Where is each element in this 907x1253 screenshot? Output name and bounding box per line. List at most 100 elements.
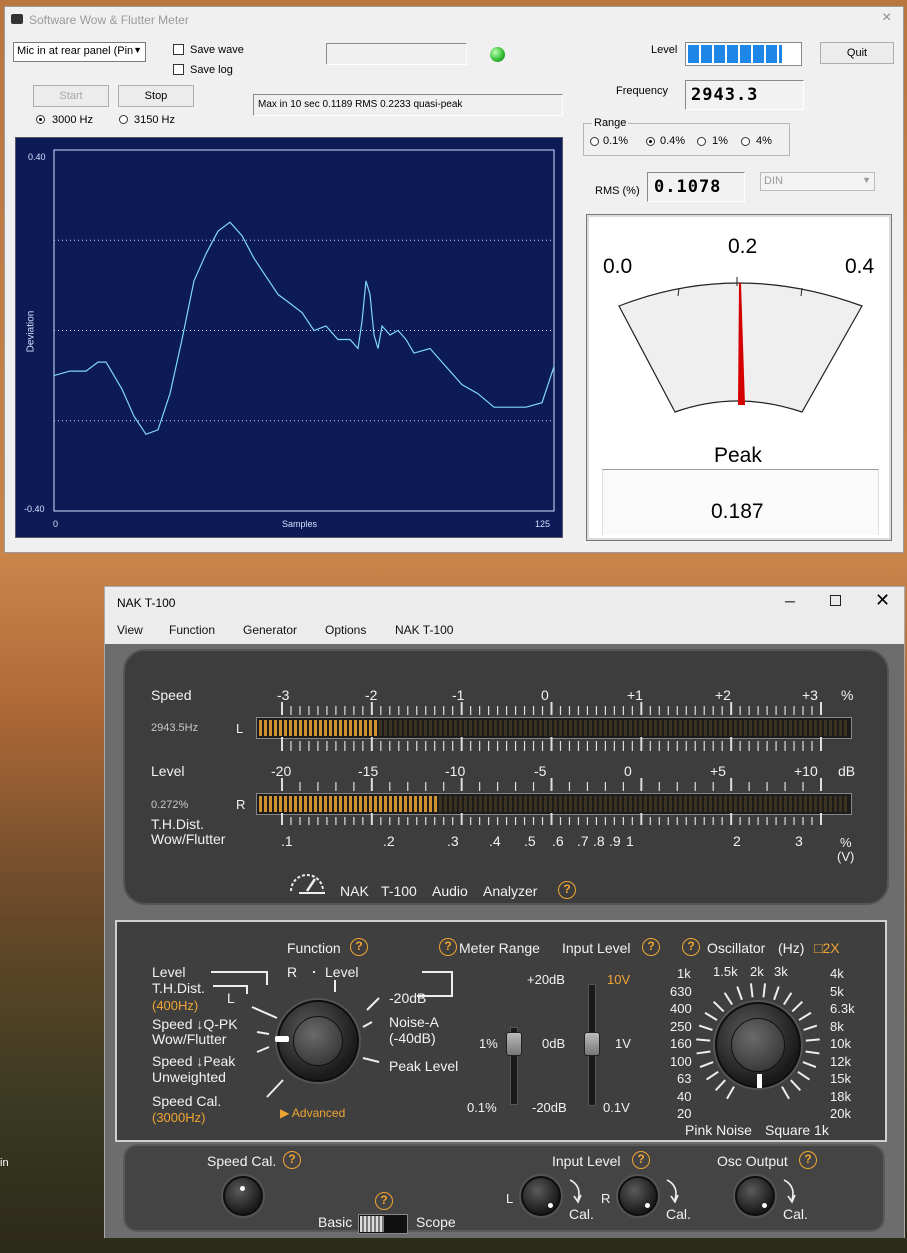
cal-arrow-icon: [783, 1179, 796, 1204]
range-0.4-label: 0.4%: [660, 135, 686, 147]
input-level-help-icon[interactable]: ?: [642, 938, 660, 956]
input-level-slider-handle[interactable]: [584, 1032, 600, 1056]
frequency-display: 2943.3: [685, 80, 804, 110]
deviation-trace: [53, 221, 555, 436]
speed-cal-help-icon[interactable]: ?: [283, 1151, 301, 1169]
input-10v: 10V: [607, 972, 631, 987]
osc-tick: [698, 1024, 713, 1031]
input-level-title: Input Level: [562, 940, 631, 956]
input-level-cal-help-icon[interactable]: ?: [632, 1151, 650, 1169]
x-tick-end: 125: [535, 519, 551, 529]
osc-tick: [798, 1011, 812, 1021]
range-1-radio[interactable]: [697, 137, 706, 146]
radio-3000hz[interactable]: [36, 115, 45, 124]
cal-arrow-icon: [666, 1179, 679, 1204]
osc-tick: [714, 1079, 726, 1091]
basic-scope-switch[interactable]: [358, 1214, 408, 1234]
osc-tick: [736, 986, 743, 1001]
radio-3150hz[interactable]: [119, 115, 128, 124]
analyzer-panel: Speed -3 -2 -1 0 +1 +2 +3% 2943.5Hz L Level -2…: [105, 644, 904, 1238]
frequency-label: Frequency: [616, 85, 668, 97]
meter-scale-mid: 0.2: [728, 235, 758, 258]
meter-tick-marks-svg: [281, 702, 822, 825]
input-cal-l-knob[interactable]: [521, 1176, 561, 1216]
save-log-checkbox[interactable]: [173, 64, 184, 75]
osc-tick: [704, 1011, 718, 1021]
range-0.4-radio[interactable]: [646, 137, 655, 146]
osc-tick: [783, 992, 793, 1006]
status-indicator-light: [490, 47, 505, 62]
input-cal-l-label: L: [506, 1191, 514, 1206]
meter-scale-min: 0.0: [603, 255, 633, 278]
osc-tick: [773, 986, 780, 1001]
input-level-cal-title: Input Level: [552, 1153, 621, 1169]
oscillator-frequency-knob[interactable]: [715, 1002, 801, 1088]
weighting-select[interactable]: DIN ▼: [760, 172, 875, 191]
rms-analog-meter: 0.0 0.2 0.4 Peak 0.187: [586, 214, 892, 541]
input-device-value: Mic in at rear panel (Pin: [17, 45, 134, 57]
menu-view[interactable]: View: [117, 623, 143, 637]
osc-tick: [805, 1050, 820, 1055]
peak-display: 0.187: [602, 469, 879, 535]
meter-range-slider-handle[interactable]: [506, 1032, 522, 1056]
range-4-radio[interactable]: [741, 137, 750, 146]
range-4-label: 4%: [756, 135, 772, 147]
quit-button[interactable]: Quit: [820, 42, 894, 64]
oscillator-title: Oscillator: [707, 940, 766, 956]
osc-output-knob[interactable]: [735, 1176, 775, 1216]
speed-cal-title: Speed Cal.: [207, 1153, 277, 1169]
osc-tick: [802, 1061, 817, 1069]
input-cal-r-cal: Cal.: [666, 1206, 691, 1222]
osc-output-cal: Cal.: [783, 1206, 808, 1222]
function-selector-knob[interactable]: [275, 1000, 359, 1082]
osc-output-help-icon[interactable]: ?: [799, 1151, 817, 1169]
menu-options[interactable]: Options: [325, 623, 366, 637]
osc-square-1k[interactable]: Square 1k: [765, 1122, 829, 1138]
meter-scale-max: 0.4: [845, 255, 875, 278]
input-cal-r-label: R: [601, 1191, 611, 1206]
maximize-icon[interactable]: [830, 595, 841, 606]
oscillator-hz: (Hz): [778, 940, 805, 956]
osc-pink-noise[interactable]: Pink Noise: [685, 1122, 752, 1138]
control-section: Function ? ? Meter Range Input Level ? ?…: [115, 920, 887, 1142]
x-axis-label: Samples: [282, 519, 318, 529]
range-0.1-radio[interactable]: [590, 137, 599, 146]
oscillator-knob-cap: [731, 1018, 785, 1072]
close-icon[interactable]: ✕: [875, 590, 890, 611]
close-icon[interactable]: ×: [882, 9, 891, 27]
minimize-icon[interactable]: ─: [785, 593, 795, 609]
status-text-box: Max in 10 sec 0.1189 RMS 0.2233 quasi-pe…: [253, 94, 563, 116]
speed-cal-knob[interactable]: [223, 1176, 263, 1216]
input-0.1v: 0.1V: [603, 1100, 630, 1115]
function-knob-pointer: [275, 1036, 289, 1042]
oscillator-2x-checkbox[interactable]: □2X: [814, 940, 840, 956]
oscillator-help-icon[interactable]: ?: [682, 938, 700, 956]
mode-basic-label: Basic: [318, 1214, 353, 1230]
menu-generator[interactable]: Generator: [243, 623, 297, 637]
function-knob-cap: [293, 1016, 343, 1066]
nak-window-title: NAK T-100: [117, 596, 176, 610]
advanced-toggle[interactable]: ▶ Advanced: [280, 1106, 345, 1120]
stop-button[interactable]: Stop: [118, 85, 194, 107]
menu-function[interactable]: Function: [169, 623, 215, 637]
level-label: Level: [651, 44, 678, 56]
osc-tick: [805, 1038, 820, 1042]
mode-help-icon[interactable]: ?: [375, 1192, 393, 1210]
menu-nak-t100[interactable]: NAK T-100: [395, 623, 453, 637]
osc-tick: [781, 1086, 790, 1100]
osc-tick: [803, 1024, 818, 1031]
osc-tick: [696, 1038, 711, 1042]
osc-tick: [696, 1050, 711, 1055]
input-device-select[interactable]: Mic in at rear panel (Pin ▼: [13, 42, 146, 62]
input-cal-l-knob-dot: [548, 1203, 553, 1208]
osc-tick: [790, 1079, 802, 1091]
osc-tick: [791, 1000, 804, 1013]
desktop-edge-text: in: [0, 1157, 9, 1169]
start-button[interactable]: Start: [33, 85, 109, 107]
range-group: Range 0.1% 0.4% 1% 4%: [583, 117, 790, 156]
y-tick-bottom: -0.40: [24, 504, 45, 514]
osc-output-title: Osc Output: [717, 1153, 788, 1169]
save-wave-checkbox[interactable]: [173, 44, 184, 55]
chevron-down-icon: ▼: [862, 175, 871, 185]
input-cal-r-knob[interactable]: [618, 1176, 658, 1216]
